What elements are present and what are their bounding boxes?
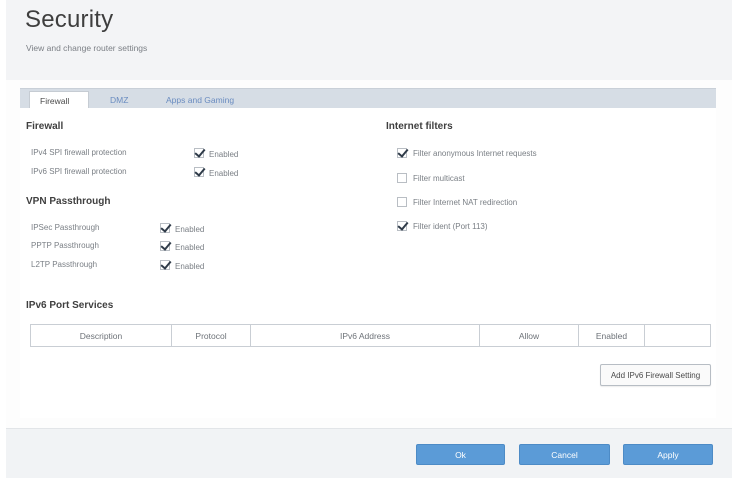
- ipv6-port-services-table: Description Protocol IPv6 Address Allow …: [30, 324, 711, 347]
- tab-content-panel: Firewall IPv4 SPI firewall protection En…: [20, 108, 716, 418]
- ipsec-label: IPSec Passthrough: [31, 223, 100, 232]
- l2tp-value: Enabled: [175, 262, 205, 271]
- page-header: Security View and change router settings: [6, 0, 732, 80]
- filter-ident-label: Filter ident (Port 113): [413, 222, 488, 231]
- ipsec-value: Enabled: [175, 225, 205, 234]
- add-ipv6-firewall-setting-button[interactable]: Add IPv6 Firewall Setting: [600, 364, 711, 386]
- l2tp-checkbox[interactable]: [160, 260, 170, 270]
- footer-bar: Ok Cancel Apply: [6, 428, 732, 478]
- ipv4-spi-value: Enabled: [209, 150, 239, 159]
- page-subtitle: View and change router settings: [26, 43, 148, 53]
- ok-button[interactable]: Ok: [416, 444, 505, 465]
- apply-button[interactable]: Apply: [623, 444, 713, 465]
- tab-apps-and-gaming[interactable]: Apps and Gaming: [156, 91, 244, 109]
- ipv6-spi-label: IPv6 SPI firewall protection: [31, 167, 127, 176]
- internet-filters-title: Internet filters: [386, 121, 453, 132]
- cancel-button[interactable]: Cancel: [519, 444, 610, 465]
- vpn-section-title: VPN Passthrough: [26, 196, 111, 207]
- column-enabled: Enabled: [579, 325, 645, 346]
- column-actions: [645, 325, 710, 346]
- ipv6-spi-checkbox[interactable]: [194, 167, 204, 177]
- column-description: Description: [31, 325, 172, 346]
- filter-multicast-label: Filter multicast: [413, 174, 465, 183]
- column-protocol: Protocol: [172, 325, 251, 346]
- security-page: Security View and change router settings…: [6, 0, 732, 478]
- filter-nat-redirection-label: Filter Internet NAT redirection: [413, 198, 518, 207]
- ipv6-port-services-title: IPv6 Port Services: [26, 300, 114, 311]
- filter-anonymous-checkbox[interactable]: [397, 148, 407, 158]
- pptp-checkbox[interactable]: [160, 241, 170, 251]
- ipv4-spi-label: IPv4 SPI firewall protection: [31, 148, 127, 157]
- filter-ident-checkbox[interactable]: [397, 221, 407, 231]
- pptp-label: PPTP Passthrough: [31, 241, 99, 250]
- firewall-section-title: Firewall: [26, 121, 64, 132]
- tab-dmz[interactable]: DMZ: [100, 91, 138, 109]
- page-title: Security: [25, 6, 114, 33]
- ipv4-spi-checkbox[interactable]: [194, 148, 204, 158]
- ipv6-spi-value: Enabled: [209, 169, 239, 178]
- pptp-value: Enabled: [175, 243, 205, 252]
- filter-anonymous-label: Filter anonymous Internet requests: [413, 149, 537, 158]
- tab-bar: Firewall DMZ Apps and Gaming: [20, 88, 716, 110]
- ipsec-checkbox[interactable]: [160, 223, 170, 233]
- l2tp-label: L2TP Passthrough: [31, 260, 98, 269]
- column-allow: Allow: [480, 325, 579, 346]
- column-ipv6-address: IPv6 Address: [251, 325, 480, 346]
- filter-multicast-checkbox[interactable]: [397, 173, 407, 183]
- filter-nat-redirection-checkbox[interactable]: [397, 197, 407, 207]
